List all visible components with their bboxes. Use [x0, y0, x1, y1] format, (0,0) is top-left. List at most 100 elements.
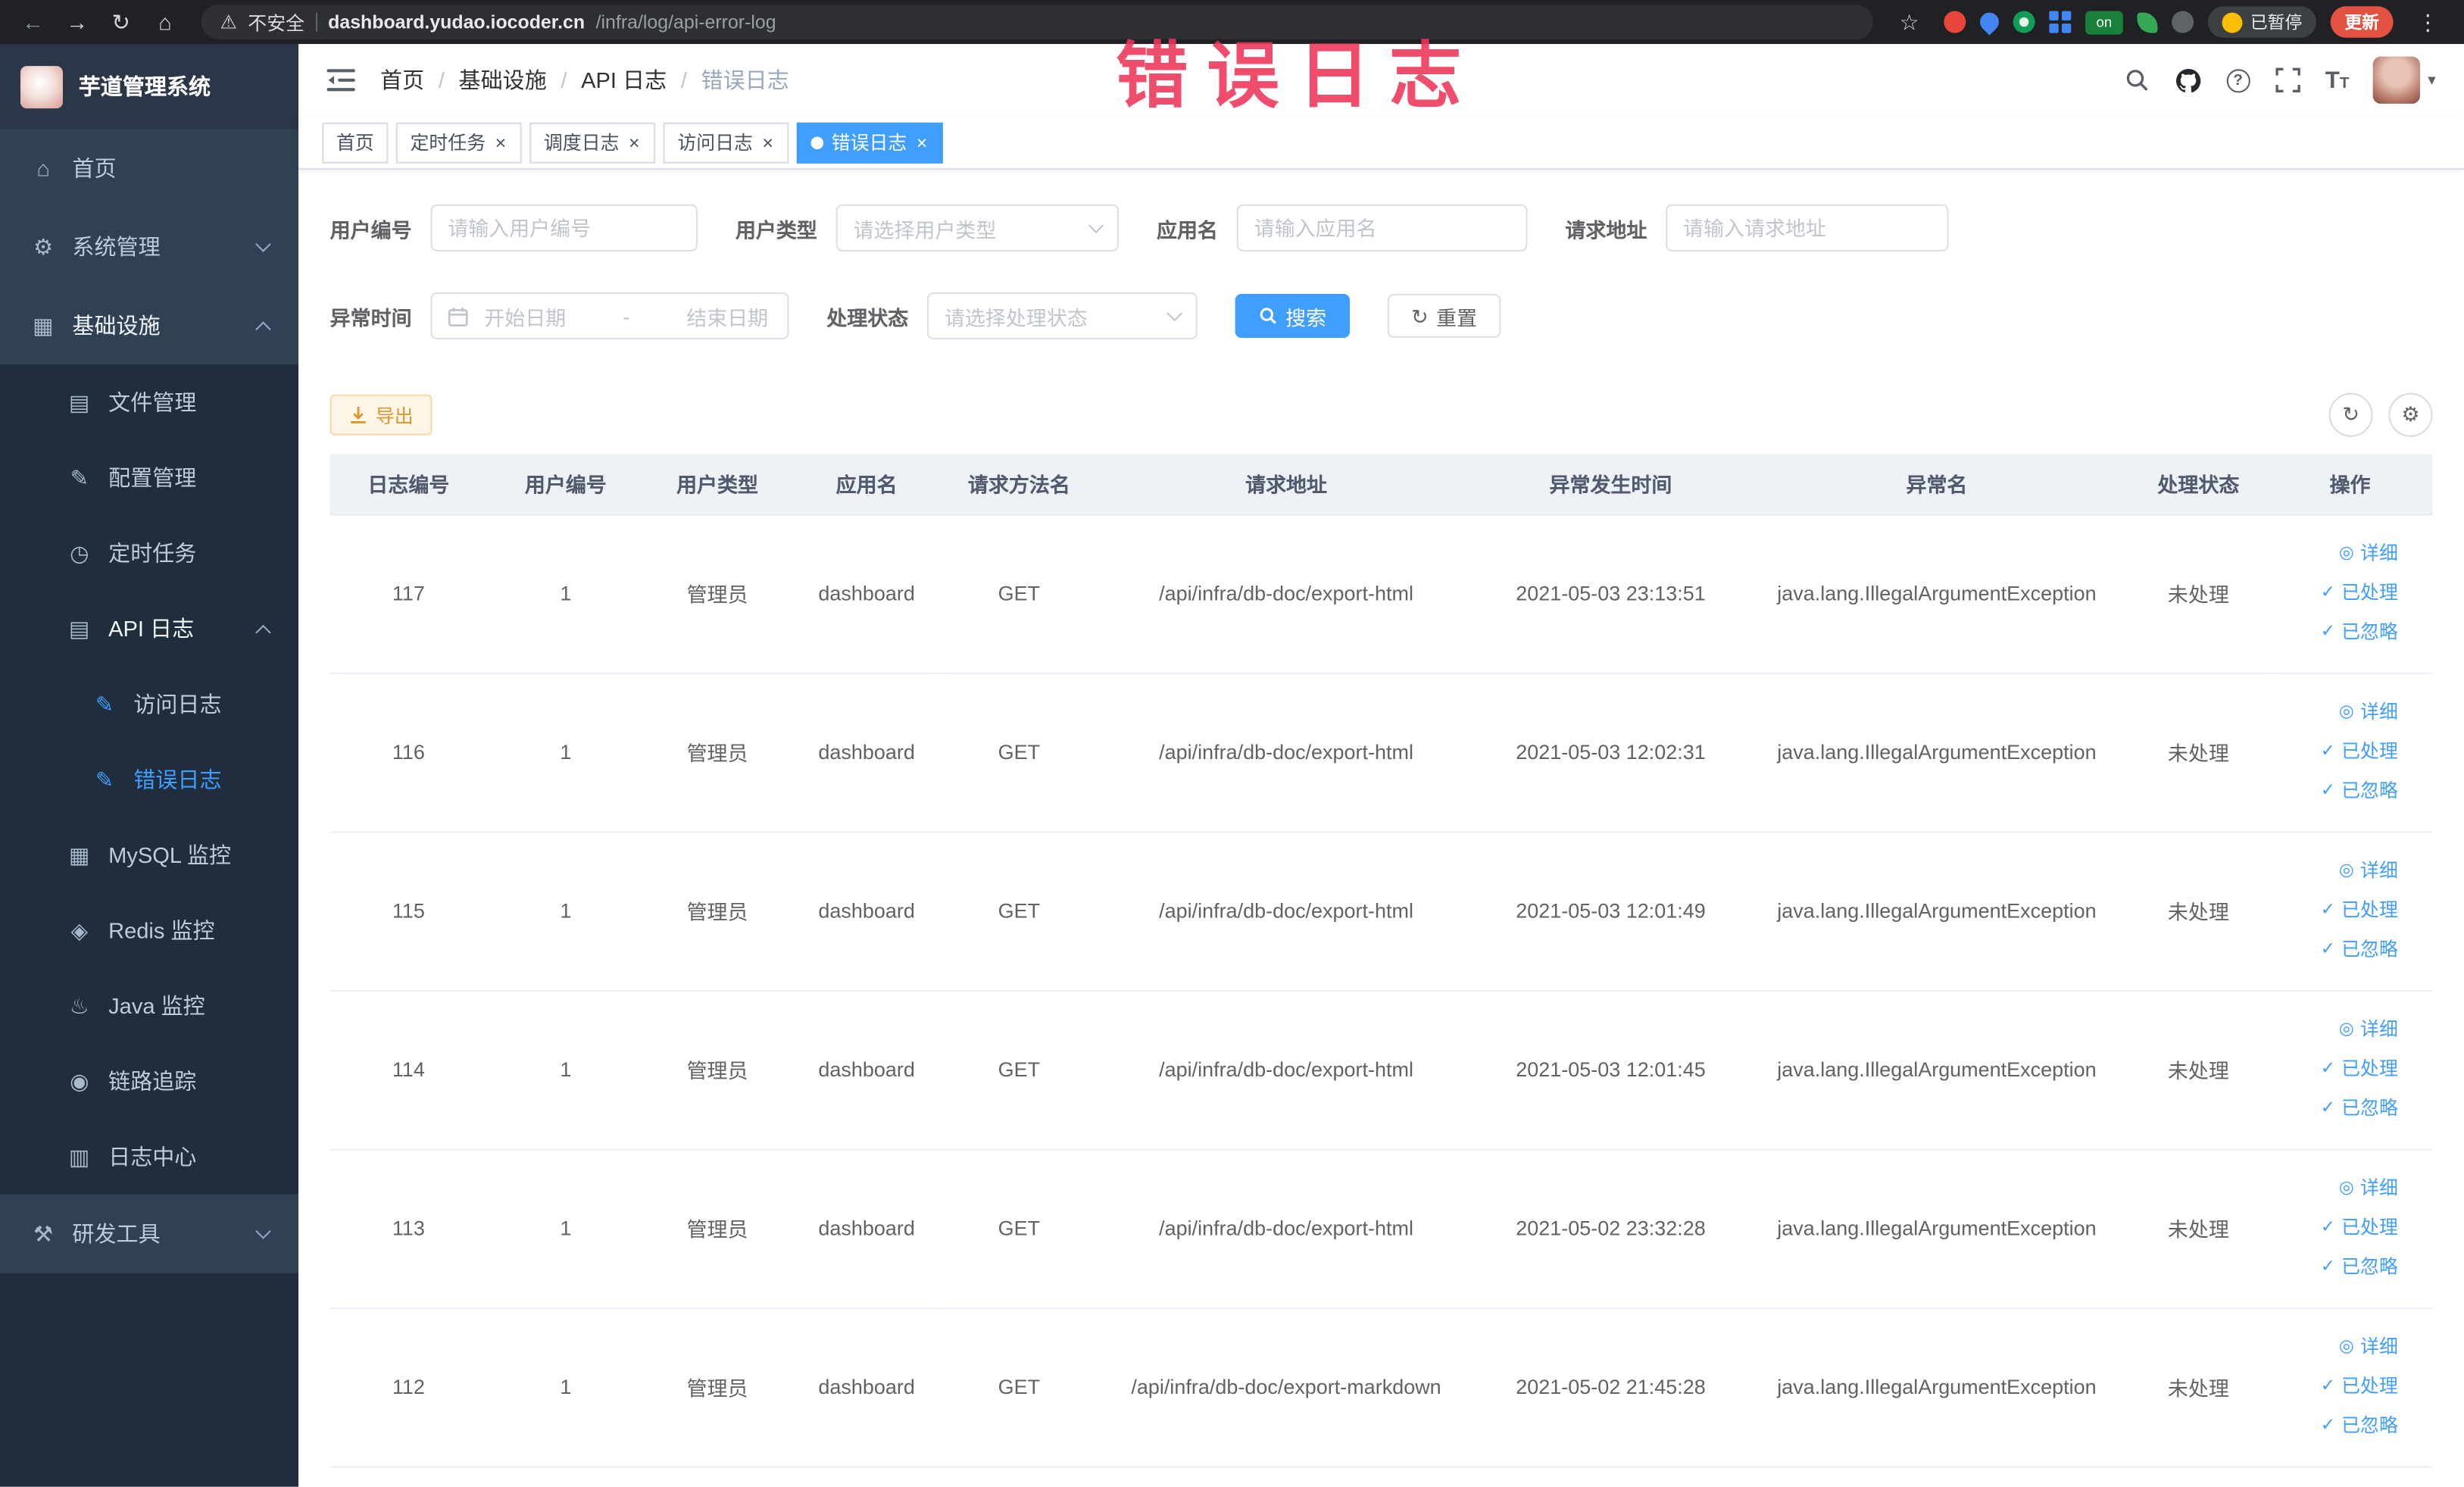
detail-link[interactable]: ◎ 详细 — [2274, 1011, 2398, 1050]
reload-icon[interactable]: ↻ — [101, 3, 142, 41]
sidebar-item-dev-tools[interactable]: ⚒ 研发工具 — [0, 1195, 298, 1273]
tab-error-log[interactable]: 错误日志 × — [797, 121, 944, 163]
extension-icon-red[interactable] — [1944, 11, 1966, 33]
browser-menu-icon[interactable]: ⋮ — [2407, 3, 2448, 41]
sidebar-item-label: 链路追踪 — [108, 1068, 197, 1094]
mark-ignored-link[interactable]: ✓ 已忽略 — [2274, 930, 2398, 970]
mark-ignored-link[interactable]: ✓ 已忽略 — [2274, 1407, 2398, 1446]
font-size-icon[interactable]: TT — [2325, 68, 2350, 92]
sidebar-item-infrastructure[interactable]: ▦ 基础设施 — [0, 286, 298, 365]
reset-button[interactable]: ↻ 重置 — [1387, 293, 1501, 339]
extension-icon-dark[interactable] — [2172, 11, 2194, 33]
cell-log-id: 117 — [329, 514, 488, 673]
sidebar-item-access-log[interactable]: ✎ 访问日志 — [0, 667, 298, 742]
close-icon[interactable]: × — [760, 133, 775, 152]
column-settings-icon: ⚙ — [2401, 402, 2420, 426]
fullscreen-icon[interactable] — [2273, 66, 2301, 94]
download-icon — [349, 405, 368, 424]
menu-fold-icon[interactable] — [326, 67, 355, 92]
mark-processed-link[interactable]: ✓ 已处理 — [2274, 1367, 2398, 1407]
search-icon[interactable] — [2122, 66, 2150, 94]
detail-link[interactable]: ◎ 详细 — [2274, 1170, 2398, 1209]
github-icon[interactable] — [2175, 66, 2203, 94]
mark-processed-link[interactable]: ✓ 已处理 — [2274, 1208, 2398, 1248]
close-icon[interactable]: × — [493, 133, 507, 152]
sidebar-item-link-trace[interactable]: ◉ 链路追踪 — [0, 1044, 298, 1120]
sidebar-item-file-management[interactable]: ▤ 文件管理 — [0, 364, 298, 440]
process-status-select[interactable]: 请选择处理状态 — [927, 292, 1198, 340]
mark-ignored-link[interactable]: ✓ 已忽略 — [2274, 772, 2398, 811]
request-url-input[interactable] — [1683, 216, 1932, 240]
paused-badge[interactable]: 已暂停 — [2207, 6, 2316, 38]
breadcrumb-home[interactable]: 首页 — [380, 64, 424, 95]
back-icon[interactable]: ← — [13, 3, 54, 41]
mark-processed-link[interactable]: ✓ 已处理 — [2274, 733, 2398, 772]
breadcrumb-infrastructure[interactable]: 基础设施 — [459, 64, 547, 95]
sidebar-item-config-management[interactable]: ✎ 配置管理 — [0, 440, 298, 516]
col-request-method: 请求方法名 — [942, 454, 1096, 515]
extensions-puzzle-icon[interactable] — [2049, 11, 2072, 33]
home-menu-icon: ⌂ — [36, 155, 50, 181]
check-icon: ✓ — [2320, 1217, 2335, 1237]
check-icon: ✓ — [2320, 622, 2335, 642]
breadcrumb-separator: / — [561, 67, 567, 93]
user-id-input[interactable] — [448, 216, 681, 240]
mark-processed-link[interactable]: ✓ 已处理 — [2274, 891, 2398, 930]
tab-scheduled-jobs[interactable]: 定时任务 × — [395, 121, 522, 163]
error-log-icon: ✎ — [95, 766, 114, 792]
mark-processed-link[interactable]: ✓ 已处理 — [2274, 1050, 2398, 1089]
search-button[interactable]: 搜索 — [1235, 293, 1351, 339]
user-menu[interactable]: ▾ — [2372, 56, 2436, 104]
sidebar-item-log-center[interactable]: ▥ 日志中心 — [0, 1119, 298, 1195]
extension-icon-blue-drop[interactable] — [1975, 8, 2003, 36]
detail-link[interactable]: ◎ 详细 — [2274, 534, 2398, 573]
app-name-input[interactable] — [1254, 216, 1510, 240]
user-type-select[interactable]: 请选择用户类型 — [835, 204, 1120, 251]
column-settings-button[interactable]: ⚙ — [2388, 392, 2433, 437]
tab-home[interactable]: 首页 — [322, 121, 389, 163]
detail-link[interactable]: ◎ 详细 — [2274, 851, 2398, 891]
refresh-button[interactable]: ↻ — [2328, 392, 2373, 437]
forward-icon[interactable]: → — [57, 3, 98, 41]
home-icon[interactable]: ⌂ — [145, 3, 186, 41]
sidebar-item-mysql-monitor[interactable]: ▦ MySQL 监控 — [0, 817, 298, 893]
cell-actions: ◎ 详细 ✓ 已处理 ✓ 已忽略 — [2267, 831, 2433, 992]
close-icon[interactable]: × — [627, 133, 642, 152]
export-button[interactable]: 导出 — [329, 394, 433, 436]
mark-processed-link[interactable]: ✓ 已处理 — [2274, 573, 2398, 613]
breadcrumb-api-log[interactable]: API 日志 — [581, 64, 667, 95]
mark-ignored-link[interactable]: ✓ 已忽略 — [2274, 1248, 2398, 1287]
extension-on-badge[interactable]: on — [2085, 10, 2123, 34]
detail-link[interactable]: ◎ 详细 — [2274, 693, 2398, 733]
sidebar-item-system-management[interactable]: ⚙ 系统管理 — [0, 208, 298, 286]
cell-request-url: /api/infra/db-doc/export-html — [1095, 1148, 1478, 1309]
sidebar-item-api-log[interactable]: ▤ API 日志 — [0, 591, 298, 667]
sidebar-item-home[interactable]: ⌂ 首页 — [0, 129, 298, 208]
cell-user-type: 管理员 — [644, 672, 791, 833]
sidebar-item-label: API 日志 — [108, 616, 195, 642]
bookmark-star-icon[interactable]: ☆ — [1889, 3, 1930, 41]
mark-ignored-link[interactable]: ✓ 已忽略 — [2274, 613, 2398, 652]
cell-process-status: 未处理 — [2129, 1148, 2268, 1309]
cell-request-method: GET — [942, 1307, 1096, 1467]
sidebar-item-error-log[interactable]: ✎ 错误日志 — [0, 742, 298, 817]
address-bar[interactable]: ⚠ 不安全 dashboard.yudao.iocoder.cn/infra/l… — [201, 5, 1873, 39]
tab-access-log[interactable]: 访问日志 × — [663, 121, 789, 163]
exception-time-range-picker[interactable]: 开始日期 - 结束日期 — [430, 292, 789, 340]
sidebar-item-label: 基础设施 — [72, 312, 161, 339]
sidebar-item-redis-monitor[interactable]: ◈ Redis 监控 — [0, 892, 298, 968]
help-icon[interactable]: ? — [2226, 68, 2250, 92]
detail-link[interactable]: ◎ 详细 — [2274, 1328, 2398, 1367]
tab-schedule-log[interactable]: 调度日志 × — [529, 121, 656, 163]
cell-request-url: /api/infra/db-doc/export-html — [1095, 514, 1478, 673]
update-button[interactable]: 更新 — [2330, 6, 2394, 38]
close-icon[interactable]: × — [915, 133, 929, 152]
check-icon: ✓ — [2320, 1098, 2335, 1118]
user-type-placeholder: 请选择用户类型 — [853, 217, 997, 242]
cell-exception-time: 2021-05-03 23:13:51 — [1477, 514, 1744, 673]
extension-icon-leaf[interactable] — [2137, 11, 2158, 33]
mark-ignored-link[interactable]: ✓ 已忽略 — [2274, 1089, 2398, 1129]
sidebar-item-java-monitor[interactable]: ♨ Java 监控 — [0, 968, 298, 1044]
extension-icon-green[interactable] — [2013, 11, 2035, 33]
sidebar-item-scheduled-jobs[interactable]: ◷ 定时任务 — [0, 515, 298, 591]
